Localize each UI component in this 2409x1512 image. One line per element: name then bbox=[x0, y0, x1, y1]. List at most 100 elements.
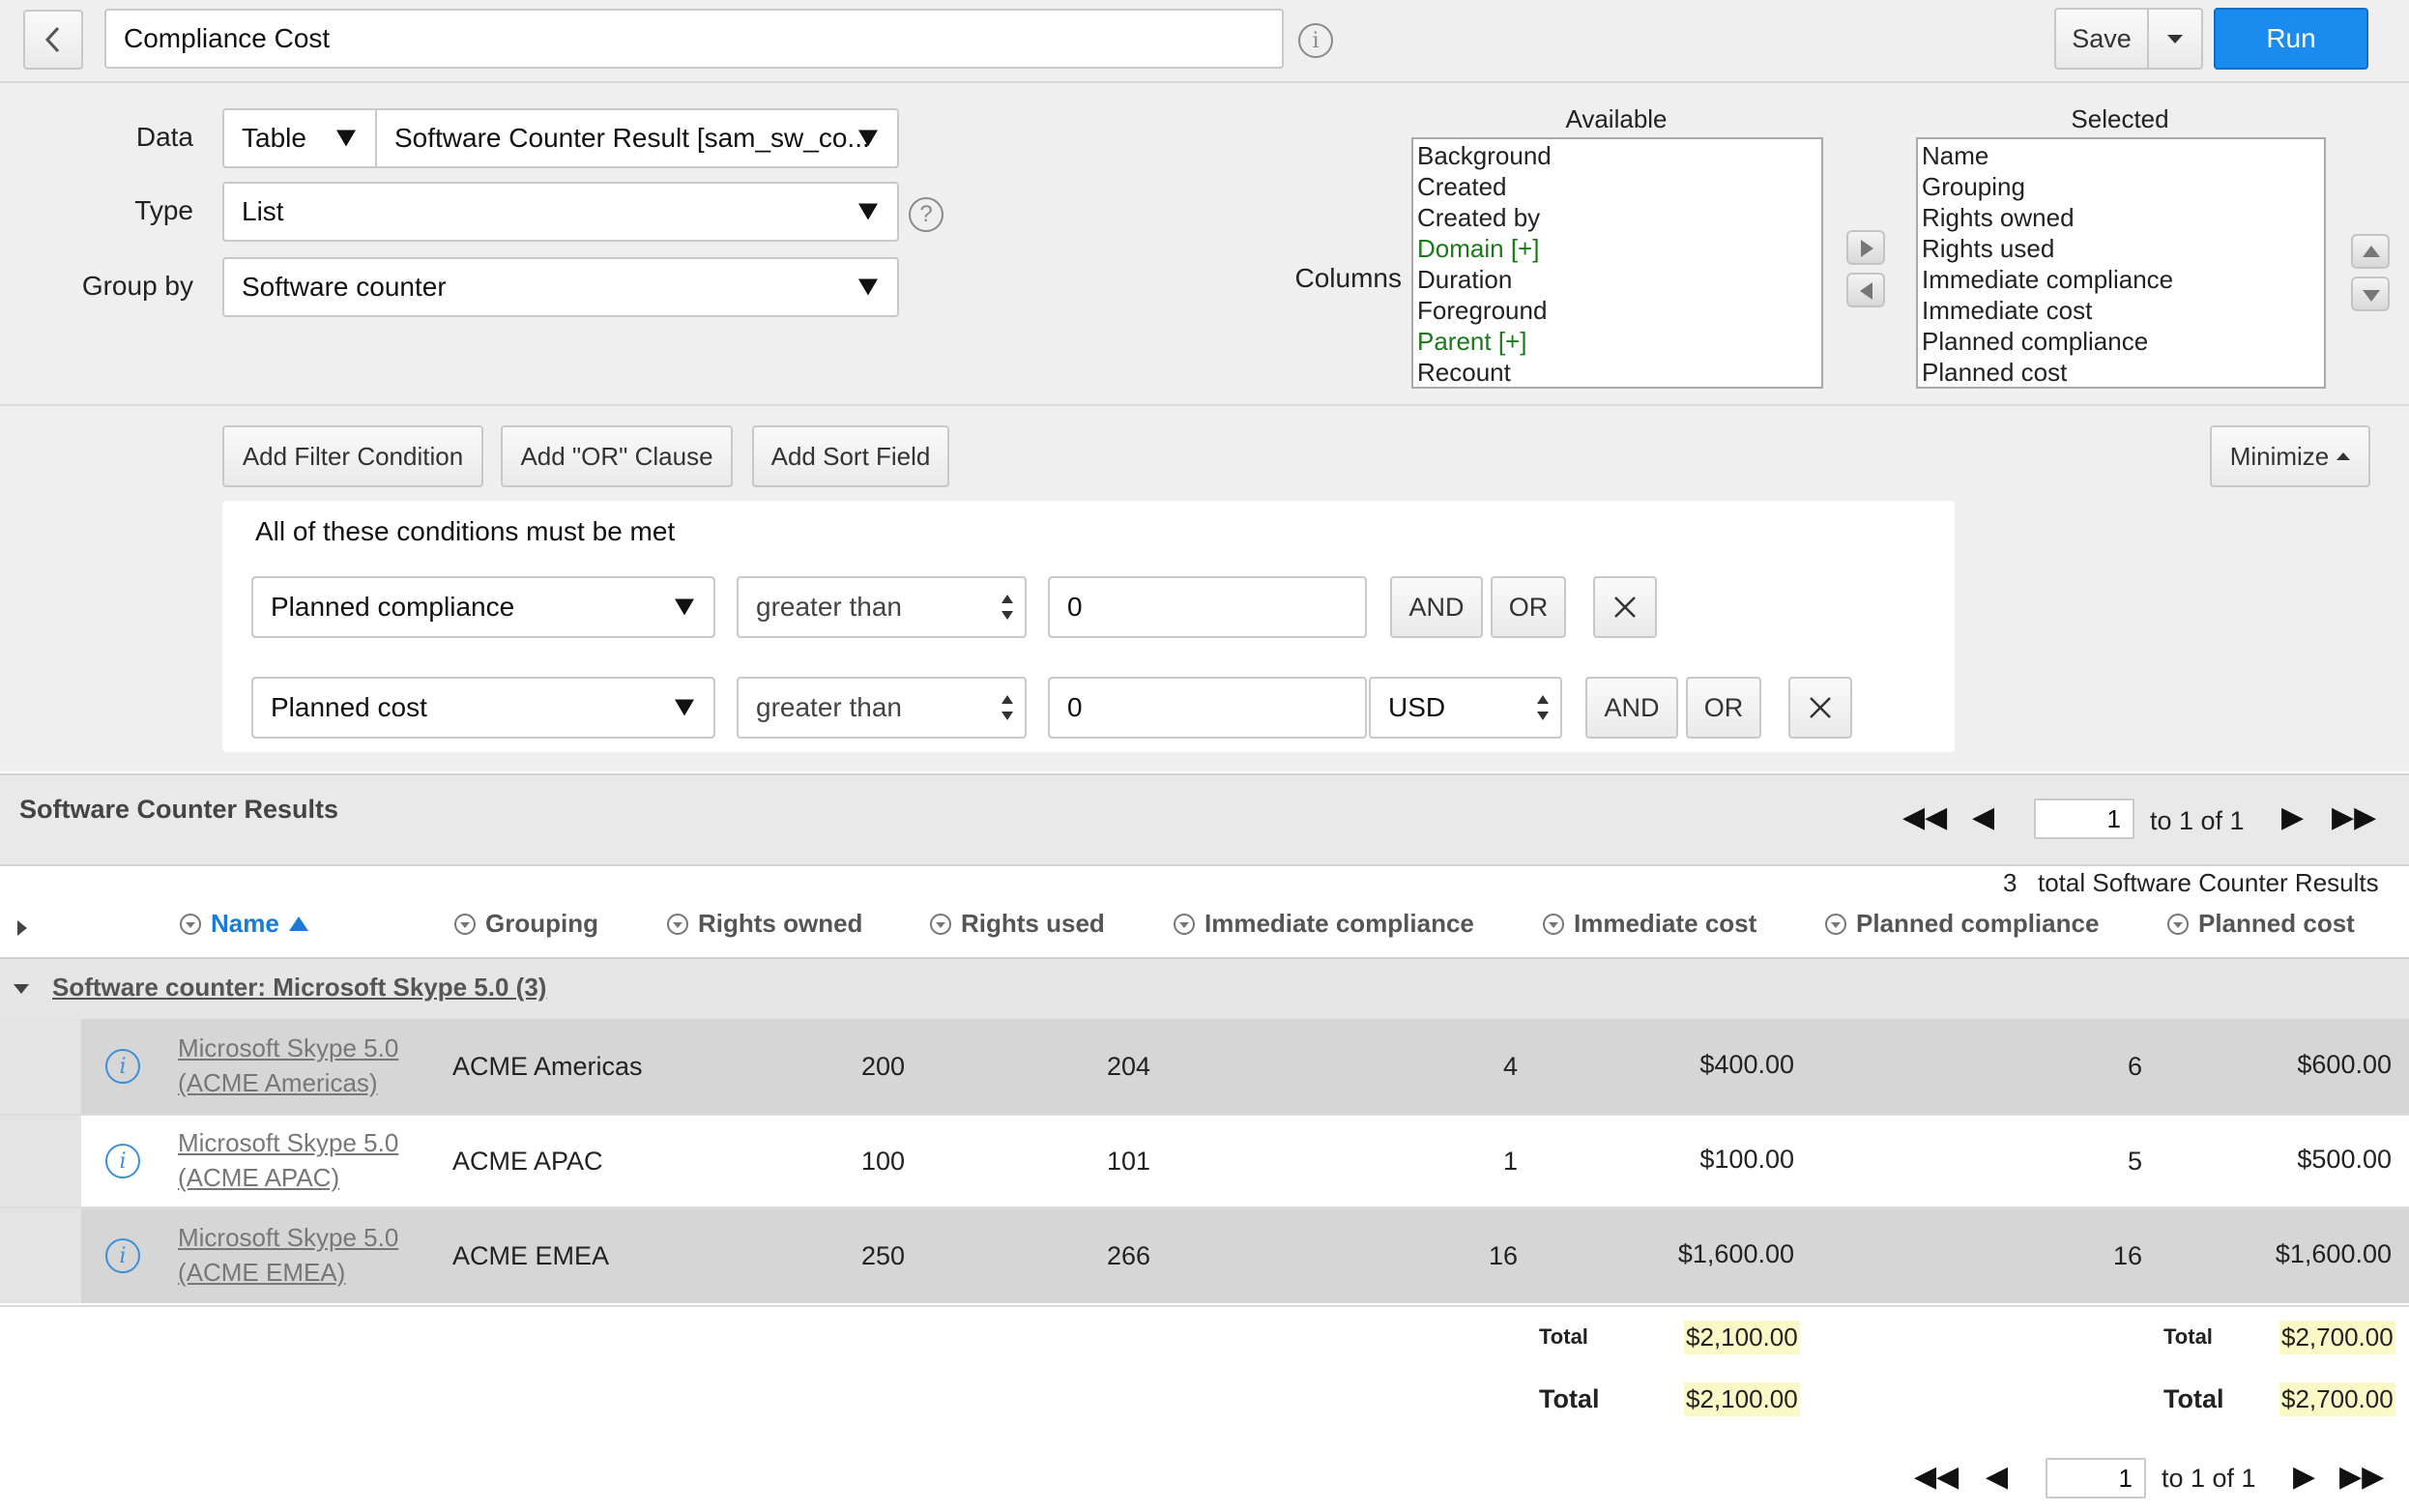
column-header-label: Immediate compliance bbox=[1204, 909, 1474, 938]
selected-column-option[interactable]: Planned compliance bbox=[1922, 326, 2320, 357]
next-page-icon[interactable]: ▶ bbox=[2281, 800, 2304, 834]
available-column-option-expandable[interactable]: Domain [+] bbox=[1417, 233, 1817, 264]
column-menu-icon[interactable] bbox=[2167, 913, 2189, 935]
available-column-option[interactable]: Created bbox=[1417, 171, 1817, 202]
condition-or-button[interactable]: OR bbox=[1686, 677, 1761, 739]
selected-columns-list[interactable]: Name Grouping Rights owned Rights used I… bbox=[1916, 137, 2326, 389]
column-menu-icon[interactable] bbox=[180, 913, 201, 935]
column-header-rights-owned[interactable]: Rights owned bbox=[667, 909, 862, 939]
row-info-icon[interactable]: i bbox=[105, 1144, 140, 1178]
prev-page-icon[interactable]: ◀ bbox=[1972, 800, 1994, 834]
condition-and-button[interactable]: AND bbox=[1585, 677, 1678, 739]
report-type-value: List bbox=[242, 196, 284, 226]
move-right-icon bbox=[1861, 240, 1873, 257]
expand-all-toggle[interactable] bbox=[17, 920, 27, 936]
available-columns-list[interactable]: Background Created Created by Domain [+]… bbox=[1411, 137, 1823, 389]
report-type-select[interactable]: List bbox=[222, 182, 899, 242]
condition-operator-select[interactable]: greater than bbox=[737, 576, 1027, 638]
available-column-option[interactable]: Foreground bbox=[1417, 295, 1817, 326]
cell-planned-compliance: 16 bbox=[2112, 1241, 2142, 1270]
page-number-input[interactable]: 1 bbox=[2034, 799, 2134, 839]
selected-column-option[interactable]: Immediate cost bbox=[1922, 295, 2320, 326]
available-column-option[interactable]: Duration bbox=[1417, 264, 1817, 295]
condition-or-button[interactable]: OR bbox=[1491, 576, 1566, 638]
help-icon[interactable]: ? bbox=[909, 197, 943, 232]
last-page-icon[interactable]: ▶▶ bbox=[2332, 800, 2376, 834]
report-name-input[interactable]: Compliance Cost bbox=[104, 9, 1284, 69]
cell-rights-owned: 250 bbox=[860, 1241, 905, 1270]
move-column-up-button[interactable] bbox=[2351, 234, 2390, 269]
last-page-icon[interactable]: ▶▶ bbox=[2339, 1460, 2384, 1494]
row-info-icon[interactable]: i bbox=[105, 1049, 140, 1084]
record-name-link[interactable]: Microsoft Skype 5.0 (ACME Americas) bbox=[178, 1031, 398, 1100]
collapse-group-toggle[interactable] bbox=[14, 984, 29, 994]
column-header-planned-compliance[interactable]: Planned compliance bbox=[1825, 909, 2099, 939]
first-page-icon[interactable]: ◀◀ bbox=[1902, 800, 1947, 834]
available-column-option[interactable]: Recount bbox=[1417, 357, 1817, 388]
condition-and-button[interactable]: AND bbox=[1390, 576, 1483, 638]
save-button[interactable]: Save bbox=[2054, 8, 2149, 70]
condition-value-input[interactable]: 0 bbox=[1048, 576, 1367, 638]
condition-field-value: Planned compliance bbox=[271, 592, 515, 622]
data-table-select[interactable]: Software Counter Result [sam_sw_co... bbox=[375, 108, 899, 168]
selected-column-option[interactable]: Planned cost bbox=[1922, 357, 2320, 388]
run-button[interactable]: Run bbox=[2214, 8, 2368, 70]
cell-planned-cost: $600.00 bbox=[2297, 1050, 2392, 1079]
next-page-icon[interactable]: ▶ bbox=[2293, 1460, 2315, 1494]
condition-field-select[interactable]: Planned compliance bbox=[251, 576, 715, 638]
cell-immediate-cost: $100.00 bbox=[1699, 1145, 1794, 1174]
data-label: Data bbox=[135, 122, 193, 152]
column-menu-icon[interactable] bbox=[1174, 913, 1195, 935]
group-by-select[interactable]: Software counter bbox=[222, 257, 899, 317]
column-menu-icon[interactable] bbox=[1825, 913, 1846, 935]
prev-page-icon[interactable]: ◀ bbox=[1986, 1460, 2008, 1494]
cell-immediate-compliance: 1 bbox=[1502, 1147, 1518, 1176]
first-page-icon[interactable]: ◀◀ bbox=[1914, 1460, 1959, 1494]
column-header-grouping[interactable]: Grouping bbox=[454, 909, 598, 939]
move-column-down-button[interactable] bbox=[2351, 276, 2390, 311]
add-filter-condition-button[interactable]: Add Filter Condition bbox=[222, 425, 483, 487]
remove-condition-button[interactable] bbox=[1593, 576, 1657, 638]
available-column-option[interactable]: Background bbox=[1417, 140, 1817, 171]
available-column-option-expandable[interactable]: Parent [+] bbox=[1417, 326, 1817, 357]
selected-column-option[interactable]: Rights owned bbox=[1922, 202, 2320, 233]
grand-total-row: Total $2,100.00 Total $2,700.00 bbox=[0, 1369, 2409, 1431]
move-down-icon bbox=[2363, 290, 2380, 302]
currency-select[interactable]: USD bbox=[1369, 677, 1562, 739]
column-header-immediate-compliance[interactable]: Immediate compliance bbox=[1174, 909, 1474, 939]
column-header-name[interactable]: Name bbox=[180, 909, 308, 939]
info-icon[interactable]: i bbox=[1298, 23, 1333, 58]
column-header-rights-used[interactable]: Rights used bbox=[930, 909, 1105, 939]
available-column-option[interactable]: Created by bbox=[1417, 202, 1817, 233]
selected-column-option[interactable]: Rights used bbox=[1922, 233, 2320, 264]
condition-operator-select[interactable]: greater than bbox=[737, 677, 1027, 739]
column-menu-icon[interactable] bbox=[930, 913, 951, 935]
column-menu-icon[interactable] bbox=[1543, 913, 1564, 935]
group-label[interactable]: Software counter: Microsoft Skype 5.0 (3… bbox=[52, 973, 546, 1003]
row-info-icon[interactable]: i bbox=[105, 1238, 140, 1273]
column-menu-icon[interactable] bbox=[454, 913, 476, 935]
column-menu-icon[interactable] bbox=[667, 913, 688, 935]
cell-immediate-cost: $400.00 bbox=[1699, 1050, 1794, 1079]
minimize-button[interactable]: Minimize bbox=[2210, 425, 2370, 487]
selected-column-option[interactable]: Immediate compliance bbox=[1922, 264, 2320, 295]
remove-column-button[interactable] bbox=[1846, 273, 1885, 307]
row-gutter bbox=[0, 1116, 81, 1207]
column-header-planned-cost[interactable]: Planned cost bbox=[2167, 909, 2355, 939]
selected-column-option[interactable]: Name bbox=[1922, 140, 2320, 171]
back-button[interactable] bbox=[23, 10, 83, 70]
data-source-type-select[interactable]: Table bbox=[222, 108, 377, 168]
condition-value-input[interactable]: 0 bbox=[1048, 677, 1367, 739]
column-header-immediate-cost[interactable]: Immediate cost bbox=[1543, 909, 1756, 939]
record-name-link[interactable]: Microsoft Skype 5.0 (ACME APAC) bbox=[178, 1125, 398, 1195]
add-column-button[interactable] bbox=[1846, 230, 1885, 265]
add-or-clause-button[interactable]: Add "OR" Clause bbox=[501, 425, 733, 487]
add-sort-field-button[interactable]: Add Sort Field bbox=[752, 425, 949, 487]
remove-condition-button[interactable] bbox=[1788, 677, 1852, 739]
group-by-value: Software counter bbox=[242, 272, 447, 302]
save-options-dropdown[interactable] bbox=[2147, 8, 2203, 70]
page-number-input[interactable]: 1 bbox=[2046, 1458, 2146, 1498]
record-name-link[interactable]: Microsoft Skype 5.0 (ACME EMEA) bbox=[178, 1220, 398, 1290]
selected-column-option[interactable]: Grouping bbox=[1922, 171, 2320, 202]
condition-field-select[interactable]: Planned cost bbox=[251, 677, 715, 739]
